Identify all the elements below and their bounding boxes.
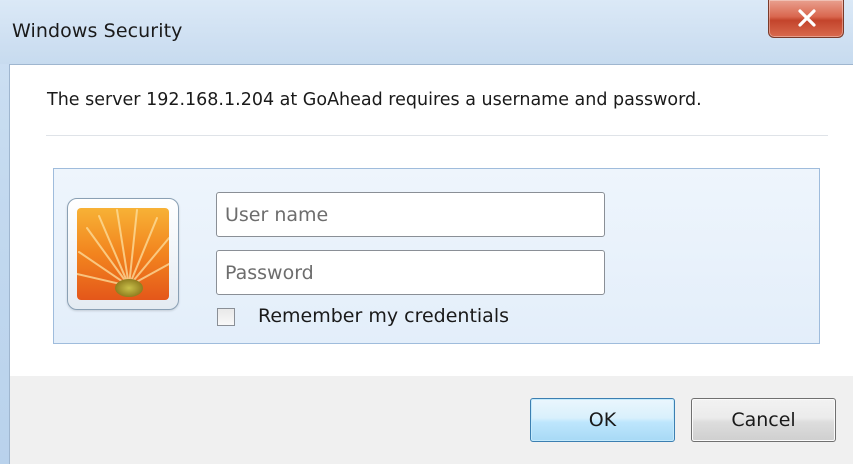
avatar (67, 198, 179, 310)
credential-tile: Remember my credentials (53, 168, 820, 344)
user-tile-flower-icon (77, 208, 169, 300)
cancel-button[interactable]: Cancel (691, 398, 836, 442)
remember-label[interactable]: Remember my credentials (258, 305, 509, 327)
auth-message: The server 192.168.1.204 at GoAhead requ… (47, 90, 702, 110)
button-bar: OK Cancel (10, 376, 853, 464)
username-input[interactable] (216, 192, 605, 237)
divider (46, 135, 828, 136)
close-icon (798, 9, 816, 27)
dialog-body: The server 192.168.1.204 at GoAhead requ… (9, 64, 853, 464)
remember-checkbox[interactable] (217, 308, 235, 326)
ok-button[interactable]: OK (530, 398, 675, 442)
close-button[interactable] (768, 0, 844, 38)
windows-security-dialog: Windows Security The server 192.168.1.20… (0, 0, 853, 464)
password-input[interactable] (216, 250, 605, 295)
title-bar[interactable]: Windows Security (0, 0, 853, 64)
window-title: Windows Security (12, 20, 183, 42)
